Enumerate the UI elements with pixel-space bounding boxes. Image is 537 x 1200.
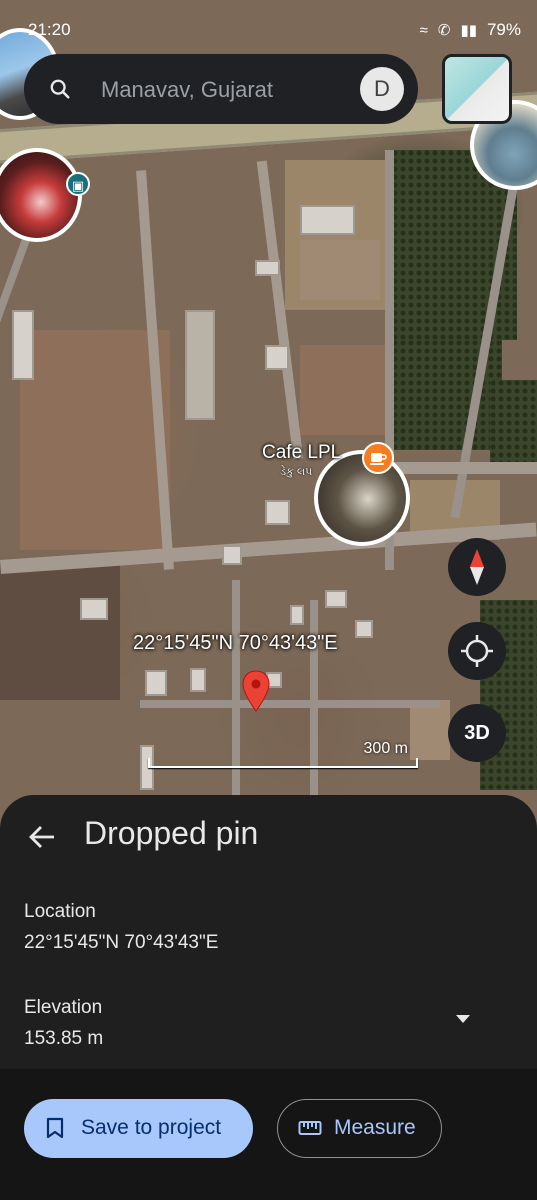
building xyxy=(80,598,108,620)
scale-line xyxy=(148,758,418,768)
back-arrow-icon[interactable] xyxy=(28,823,56,851)
road xyxy=(232,580,240,810)
save-button-label: Save to project xyxy=(81,1116,222,1139)
sheet-title: Dropped pin xyxy=(84,815,259,851)
pin-coordinates: 22°15'45"N 70°43'43"E xyxy=(133,632,338,654)
building xyxy=(290,605,304,625)
coffee-icon[interactable] xyxy=(362,442,394,474)
save-to-project-button[interactable]: Save to project xyxy=(24,1099,253,1158)
building xyxy=(145,670,167,696)
wifi-icon: ≈ xyxy=(419,21,428,39)
signal-icon: ▮▮ xyxy=(460,22,477,39)
chevron-down-icon[interactable] xyxy=(456,1015,470,1023)
layers-icon[interactable] xyxy=(442,54,512,124)
scale-label: 300 m xyxy=(363,740,408,757)
measure-button-label: Measure xyxy=(334,1116,416,1139)
status-bar: 21:20 ≈ ✆ ▮▮ 79% xyxy=(0,18,537,44)
map-pin-icon[interactable] xyxy=(242,670,270,712)
dropped-pin-sheet: Dropped pin Location 22°15'45"N 70°43'43… xyxy=(0,795,537,1200)
map-field xyxy=(300,240,380,300)
building xyxy=(255,260,280,276)
measure-button[interactable]: Measure xyxy=(277,1099,442,1158)
elevation-label: Elevation xyxy=(24,997,103,1018)
cafe-photo[interactable] xyxy=(314,450,410,546)
location-value[interactable]: 22°15'45"N 70°43'43"E xyxy=(24,932,218,954)
building xyxy=(265,345,289,370)
building xyxy=(12,310,34,380)
building xyxy=(355,620,373,638)
building xyxy=(185,310,215,420)
search-icon xyxy=(50,79,70,99)
building xyxy=(300,205,355,235)
building xyxy=(190,668,206,692)
bookmark-icon xyxy=(46,1117,64,1139)
my-location-icon[interactable] xyxy=(448,622,506,680)
map-field xyxy=(20,330,170,550)
action-bar: Save to project Measure xyxy=(0,1069,537,1200)
map-field xyxy=(0,560,120,700)
search-bar[interactable]: Manavav, Gujarat D xyxy=(24,54,418,124)
map-field xyxy=(300,345,390,435)
elevation-value: 153.85 m xyxy=(24,1028,104,1049)
poi-label[interactable]: Cafe LPL xyxy=(262,442,341,464)
status-icons: ≈ ✆ ▮▮ 79% xyxy=(420,20,521,40)
building xyxy=(265,500,290,525)
tree-area xyxy=(490,380,537,470)
call-icon: ✆ xyxy=(437,22,451,39)
building xyxy=(222,545,242,565)
bus-icon[interactable]: ▣ xyxy=(66,172,90,196)
search-input[interactable]: Manavav, Gujarat xyxy=(101,77,273,103)
status-time: 21:20 xyxy=(28,20,71,39)
scale-bar: 300 m xyxy=(148,738,418,770)
poi-subtitle: ડેકુ લપ xyxy=(280,466,313,478)
battery-level: 79% xyxy=(486,20,521,39)
building xyxy=(325,590,347,608)
compass-icon[interactable] xyxy=(448,538,506,596)
3d-toggle-button[interactable]: 3D xyxy=(448,704,506,762)
avatar[interactable]: D xyxy=(360,67,404,111)
ruler-icon xyxy=(298,1121,322,1135)
location-label: Location xyxy=(24,901,96,922)
road xyxy=(140,700,440,708)
road xyxy=(310,600,318,800)
